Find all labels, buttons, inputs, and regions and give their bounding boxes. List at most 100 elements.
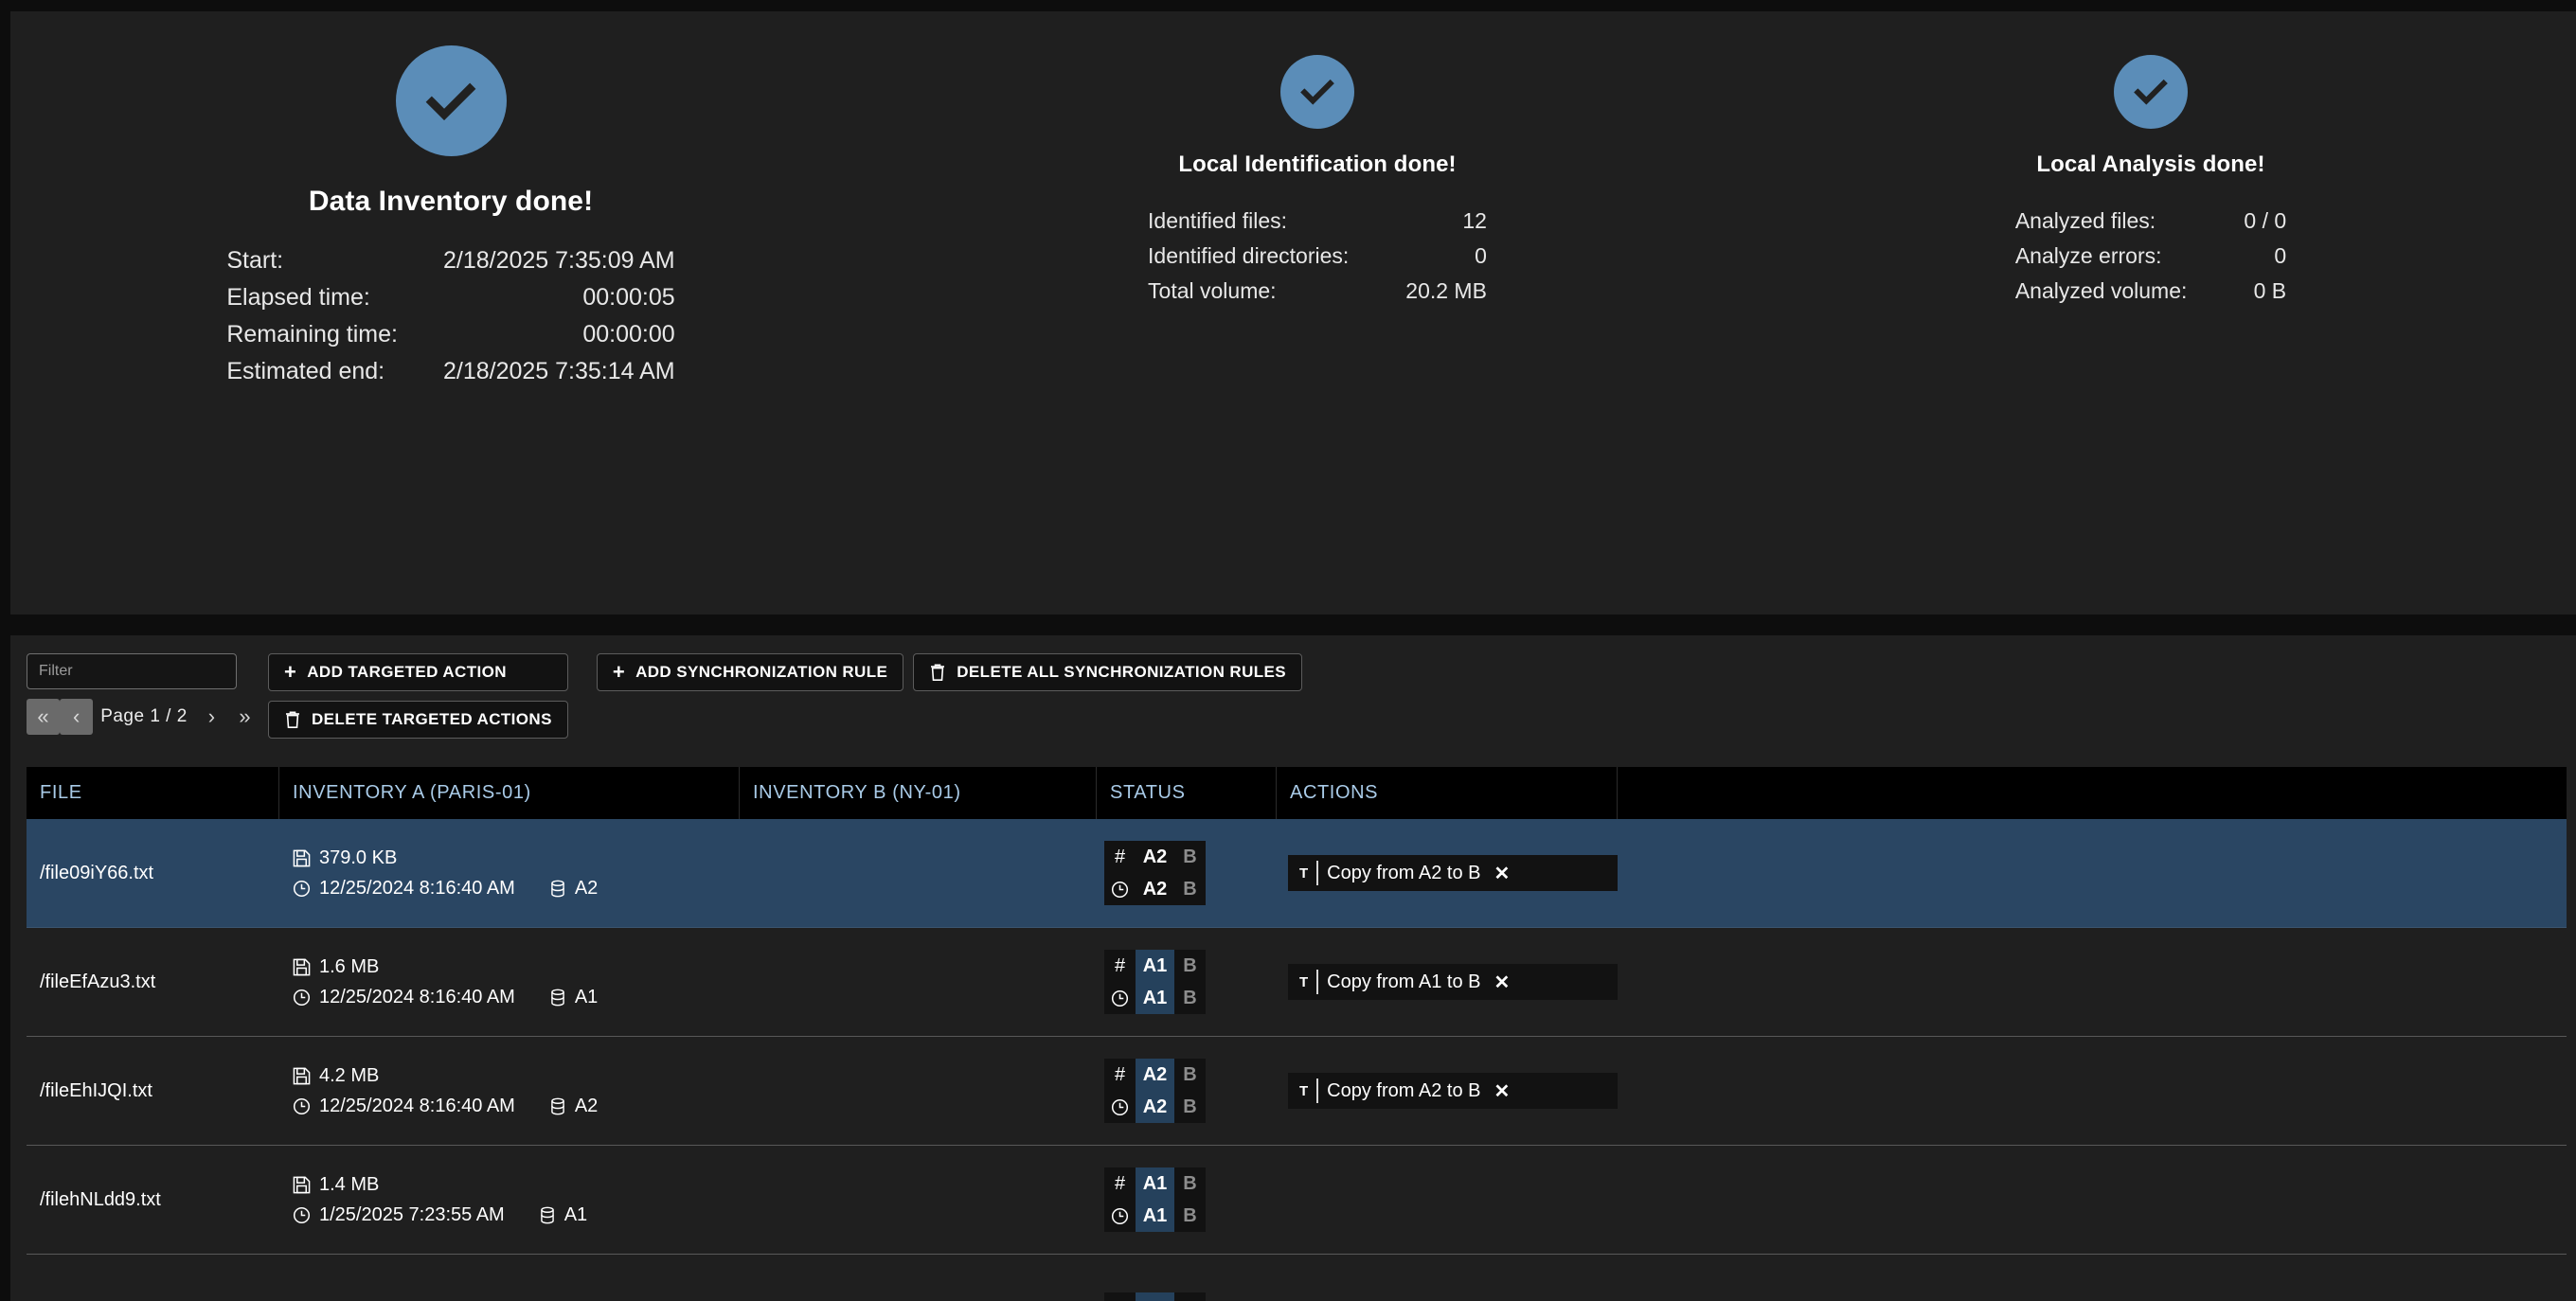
targeted-action-chip[interactable]: T Copy from A1 to B ✕ <box>1288 964 1618 1000</box>
close-icon[interactable]: ✕ <box>1494 862 1510 885</box>
status-time-source: A2 <box>1136 1091 1174 1123</box>
synchronization-table: FILE INVENTORY A (PARIS-01) INVENTORY B … <box>27 767 2567 1301</box>
local-identification-stats: Identified files: 12 Identified director… <box>1148 204 1487 309</box>
floppy-icon <box>293 1176 311 1194</box>
table-row[interactable]: /fileEfAzu3.txt 1.6 MB <box>27 928 2567 1037</box>
column-header-actions[interactable]: ACTIONS <box>1277 767 1618 819</box>
cell-inventory-a: 4.2 MB 12/25/2024 8:16:40 AM <box>279 1037 740 1145</box>
status-badge: # A1 B A1 B <box>1104 950 1206 1014</box>
stat-value: 00:00:05 <box>443 279 675 316</box>
status-hash-destination: B <box>1174 950 1206 982</box>
synchronization-rule-buttons: + ADD SYNCHRONIZATION RULE DELETE ALL SY… <box>597 653 1302 691</box>
table-row[interactable]: /fileEhIJQI.txt 4.2 MB <box>27 1037 2567 1146</box>
cell-status: # A1 B A1 B <box>1097 928 1277 1036</box>
delete-all-synchronization-rules-button[interactable]: DELETE ALL SYNCHRONIZATION RULES <box>913 653 1302 691</box>
cell-actions: T Copy from A2 to B ✕ <box>1277 819 1618 927</box>
stat-label: Elapsed time: <box>226 279 443 316</box>
host-chip: A2 <box>549 878 598 900</box>
file-size-line: 1.4 MB <box>293 1174 740 1196</box>
close-icon[interactable]: ✕ <box>1494 1079 1510 1103</box>
cell-file: /fileEfAzu3.txt <box>27 928 279 1036</box>
status-time-source: A1 <box>1136 982 1174 1014</box>
cell-inventory-b <box>740 1037 1097 1145</box>
table-header-row: FILE INVENTORY A (PARIS-01) INVENTORY B … <box>27 767 2567 819</box>
stat-value: 0 B <box>2244 274 2286 309</box>
stat-row: Total volume: 20.2 MB <box>1148 274 1487 309</box>
cell-actions <box>1277 1146 1618 1254</box>
host-name: A1 <box>575 987 598 1008</box>
progress-summary-panel: Data Inventory done! Start: 2/18/2025 7:… <box>10 11 2576 615</box>
clock-icon <box>293 1097 311 1115</box>
cell-inventory-a <box>279 1255 740 1301</box>
clock-icon <box>293 989 311 1007</box>
status-hash-destination: B <box>1174 1059 1206 1091</box>
file-date-value: 12/25/2024 8:16:40 AM <box>319 878 515 900</box>
file-size-line: 1.6 MB <box>293 956 740 978</box>
delete-targeted-actions-label: DELETE TARGETED ACTIONS <box>312 710 552 729</box>
add-targeted-action-button[interactable]: + ADD TARGETED ACTION <box>268 653 568 691</box>
cell-inventory-b <box>740 819 1097 927</box>
cell-file: /filehNLdd9.txt <box>27 1146 279 1254</box>
next-page-button[interactable]: › <box>195 699 228 735</box>
close-icon[interactable]: ✕ <box>1494 971 1510 994</box>
stat-row: Start: 2/18/2025 7:35:09 AM <box>226 242 674 279</box>
cell-inventory-b <box>740 1255 1097 1301</box>
column-header-inventory-a[interactable]: INVENTORY A (PARIS-01) <box>279 767 740 819</box>
file-date-line: 12/25/2024 8:16:40 AM A1 <box>293 987 740 1008</box>
status-badge: # A1 B A1 B <box>1104 1167 1206 1232</box>
stat-value: 2/18/2025 7:35:14 AM <box>443 353 675 390</box>
local-identification-card: Local Identification done! Identified fi… <box>891 11 1744 309</box>
targeted-action-chip[interactable]: T Copy from A2 to B ✕ <box>1288 1073 1618 1109</box>
table-row[interactable]: /filehNLdd9.txt 1.4 MB <box>27 1146 2567 1255</box>
database-icon <box>549 880 566 898</box>
file-date-line: 1/25/2025 7:23:55 AM A1 <box>293 1204 740 1226</box>
stat-row: Elapsed time: 00:00:05 <box>226 279 674 316</box>
targeted-action-tag: T <box>1299 974 1308 990</box>
filter-input[interactable] <box>27 653 237 689</box>
status-hash-source: A1 <box>1136 950 1174 982</box>
hash-icon: # <box>1104 1059 1136 1091</box>
column-header-file[interactable]: FILE <box>27 767 279 819</box>
cell-actions: T Copy from A1 to B ✕ <box>1277 928 1618 1036</box>
add-synchronization-rule-button[interactable]: + ADD SYNCHRONIZATION RULE <box>597 653 903 691</box>
filter-and-pager: « ‹ Page 1 / 2 › » <box>27 653 261 735</box>
application-root: Data Inventory done! Start: 2/18/2025 7:… <box>0 0 2576 1301</box>
cell-inventory-a: 1.6 MB 12/25/2024 8:16:40 AM <box>279 928 740 1036</box>
last-page-button[interactable]: » <box>228 699 261 735</box>
check-circle-icon <box>1280 55 1354 129</box>
pagination: « ‹ Page 1 / 2 › » <box>27 699 261 735</box>
status-hash-source: A2 <box>1136 1059 1174 1091</box>
cell-spacer <box>1618 1037 2567 1145</box>
delete-all-synchronization-rules-label: DELETE ALL SYNCHRONIZATION RULES <box>957 663 1286 682</box>
first-page-button[interactable]: « <box>27 699 60 735</box>
data-inventory-title: Data Inventory done! <box>309 186 593 218</box>
clock-icon <box>1104 873 1136 905</box>
clock-icon <box>293 1206 311 1224</box>
hash-icon: # <box>1104 1167 1136 1200</box>
table-row[interactable]: /file09iY66.txt 379.0 KB <box>27 819 2567 928</box>
stat-row: Identified directories: 0 <box>1148 239 1487 274</box>
status-time-destination: B <box>1174 982 1206 1014</box>
targeted-action-chip[interactable]: T Copy from A2 to B ✕ <box>1288 855 1618 891</box>
hash-icon: # <box>1104 841 1136 873</box>
floppy-icon <box>293 849 311 867</box>
file-date-line: 12/25/2024 8:16:40 AM A2 <box>293 878 740 900</box>
delete-targeted-actions-button[interactable]: DELETE TARGETED ACTIONS <box>268 701 568 739</box>
trash-icon <box>929 663 946 682</box>
file-date-value: 1/25/2025 7:23:55 AM <box>319 1204 505 1226</box>
previous-page-button[interactable]: ‹ <box>60 699 93 735</box>
plus-icon: + <box>284 662 296 683</box>
database-icon <box>549 989 566 1007</box>
status-time-destination: B <box>1174 1200 1206 1232</box>
status-badge: # A2 B A2 B <box>1104 841 1206 905</box>
clock-icon <box>293 880 311 898</box>
host-chip: A1 <box>539 1204 587 1226</box>
column-header-status[interactable]: STATUS <box>1097 767 1277 819</box>
cell-file <box>27 1255 279 1301</box>
status-time-destination: B <box>1174 1091 1206 1123</box>
column-header-inventory-b[interactable]: INVENTORY B (NY-01) <box>740 767 1097 819</box>
hash-icon: # <box>1104 950 1136 982</box>
table-row[interactable]: # A1 B <box>27 1255 2567 1301</box>
hash-icon: # <box>1104 1292 1136 1301</box>
stat-row: Estimated end: 2/18/2025 7:35:14 AM <box>226 353 674 390</box>
